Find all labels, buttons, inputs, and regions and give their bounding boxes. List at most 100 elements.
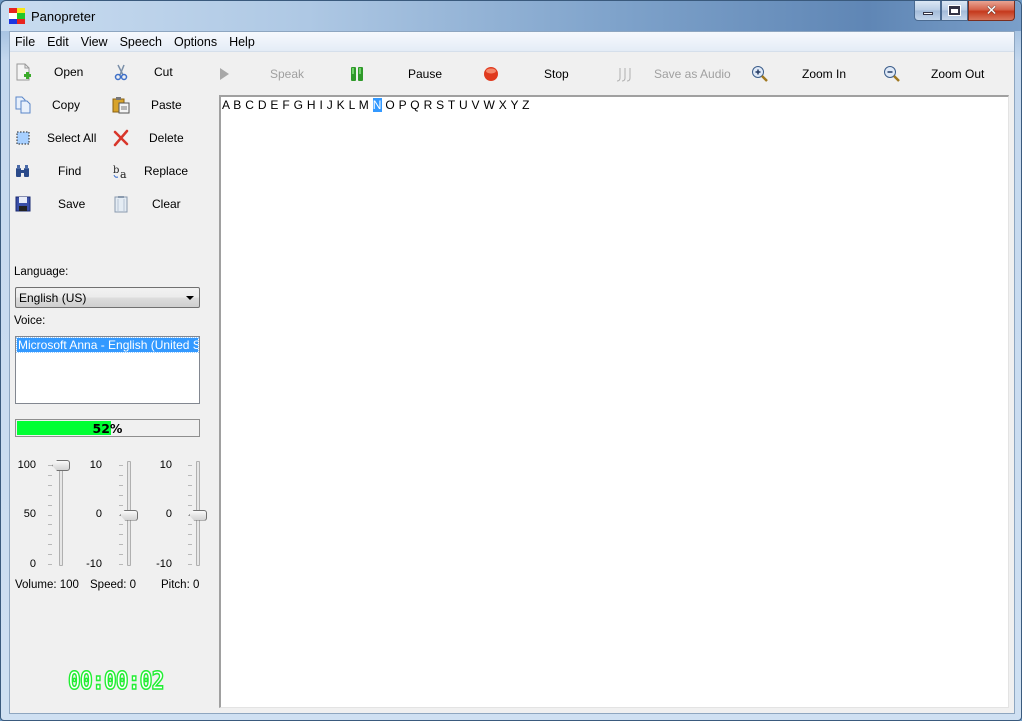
slider-tick	[119, 554, 123, 556]
clear-button[interactable]: Clear	[112, 191, 202, 217]
slider-tick	[119, 484, 123, 486]
pause-button[interactable]: Pause	[348, 62, 458, 86]
copy-button[interactable]: Copy	[14, 92, 104, 118]
close-button[interactable]: ✕	[968, 1, 1015, 21]
clipboard-clear-icon	[114, 196, 128, 213]
slider-tick	[48, 544, 52, 546]
save-as-audio-button[interactable]: Save as Audio	[616, 62, 736, 86]
voice-option[interactable]: Microsoft Anna - English (United States)	[16, 337, 199, 353]
minimize-button[interactable]	[914, 1, 941, 21]
replace-label: Replace	[144, 164, 189, 178]
copy-label: Copy	[52, 98, 81, 112]
speed-caption: Speed: 0	[90, 579, 137, 591]
speed-min-label: -10	[86, 558, 102, 570]
editor-text-after: O P Q R S T U V W X Y Z	[381, 98, 530, 112]
stop-icon	[484, 67, 498, 81]
panopreter-logo-icon	[9, 8, 25, 24]
slider-tick	[188, 534, 192, 536]
menu-options[interactable]: Options	[168, 32, 223, 52]
language-selected-value: English (US)	[19, 291, 87, 305]
slider-tick	[188, 504, 192, 506]
speed-slider-thumb[interactable]	[120, 509, 138, 521]
slider-tick	[48, 484, 52, 486]
save-label: Save	[58, 197, 86, 211]
cut-label: Cut	[154, 65, 173, 79]
language-select[interactable]: English (US)	[15, 287, 200, 308]
volume-mid-label: 50	[23, 508, 36, 520]
zoom-out-button[interactable]: Zoom Out	[883, 62, 993, 86]
volume-slider-thumb[interactable]	[52, 460, 70, 471]
stop-label: Stop	[544, 67, 569, 81]
menu-edit[interactable]: Edit	[41, 32, 75, 52]
slider-tick	[188, 494, 192, 496]
delete-label: Delete	[149, 131, 184, 145]
select-all-icon	[16, 131, 30, 145]
slider-tick	[119, 494, 123, 496]
slider-tick	[48, 514, 52, 516]
menu-help[interactable]: Help	[223, 32, 261, 52]
slider-tick	[188, 564, 192, 565]
save-as-audio-label: Save as Audio	[654, 67, 731, 81]
pitch-slider-thumb[interactable]	[189, 509, 207, 521]
menu-speech[interactable]: Speech	[114, 32, 168, 52]
slider-tick	[188, 465, 192, 466]
slider-tick	[188, 484, 192, 486]
open-button[interactable]: Open	[14, 59, 104, 85]
pitch-caption: Pitch: 0	[161, 579, 200, 591]
zoom-in-button[interactable]: Zoom In	[751, 62, 861, 86]
menu-bar: File Edit View Speech Options Help	[10, 32, 1014, 52]
replace-button[interactable]: b a Replace	[112, 158, 202, 184]
maximize-button[interactable]	[941, 1, 968, 21]
select-all-label: Select All	[47, 131, 97, 145]
slider-tick	[48, 494, 52, 496]
elapsed-timer: 00:00:02	[67, 665, 165, 696]
maximize-icon	[949, 6, 960, 15]
volume-max-label: 100	[17, 459, 36, 471]
speed-max-label: 10	[89, 459, 102, 471]
editor-content[interactable]: A B C D E F G H I J K L M N O P Q R S T …	[222, 98, 530, 112]
select-all-button[interactable]: Select All	[14, 125, 104, 151]
svg-text:b: b	[113, 165, 119, 176]
floppy-disk-icon	[15, 196, 31, 212]
voice-listbox[interactable]: Microsoft Anna - English (United States)	[15, 336, 200, 404]
zoom-out-icon	[884, 66, 900, 82]
paste-button[interactable]: Paste	[112, 92, 202, 118]
volume-slider-track[interactable]	[59, 461, 63, 566]
slider-tick	[119, 504, 123, 506]
pitch-mid-label: 0	[165, 508, 172, 520]
slider-tick	[119, 564, 123, 565]
copy-icon	[15, 96, 31, 114]
menu-view[interactable]: View	[75, 32, 114, 52]
slider-tick	[48, 564, 52, 565]
delete-x-icon	[113, 129, 129, 147]
scissors-icon	[114, 64, 128, 81]
text-editor[interactable]: A B C D E F G H I J K L M N O P Q R S T …	[219, 95, 1009, 708]
open-label: Open	[54, 65, 84, 79]
chevron-down-icon	[186, 296, 194, 300]
volume-slider-group: 100 50 0	[10, 456, 80, 570]
save-button[interactable]: Save	[14, 191, 104, 217]
replace-icon: b a	[113, 165, 127, 180]
title-bar[interactable]: Panopreter ✕	[1, 1, 1021, 31]
volume-min-label: 0	[29, 558, 36, 570]
zoom-in-label: Zoom In	[802, 67, 847, 81]
editor-highlighted-word: N	[372, 98, 382, 112]
slider-tick	[188, 474, 192, 476]
pause-icon	[351, 67, 363, 81]
slider-tick	[119, 534, 123, 536]
voice-label: Voice:	[14, 315, 46, 327]
slider-tick	[119, 465, 123, 466]
slider-tick	[188, 524, 192, 526]
speak-button[interactable]: Speak	[215, 62, 325, 86]
stop-button[interactable]: Stop	[482, 62, 592, 86]
zoom-in-icon	[752, 66, 768, 82]
speed-mid-label: 0	[95, 508, 102, 520]
cut-button[interactable]: Cut	[112, 59, 202, 85]
slider-tick	[188, 554, 192, 556]
menu-file[interactable]: File	[10, 32, 41, 52]
slider-tick	[119, 474, 123, 476]
find-button[interactable]: Find	[14, 158, 104, 184]
delete-button[interactable]: Delete	[112, 125, 202, 151]
speech-progress-bar: 52%	[15, 419, 200, 437]
zoom-out-label: Zoom Out	[931, 67, 985, 81]
